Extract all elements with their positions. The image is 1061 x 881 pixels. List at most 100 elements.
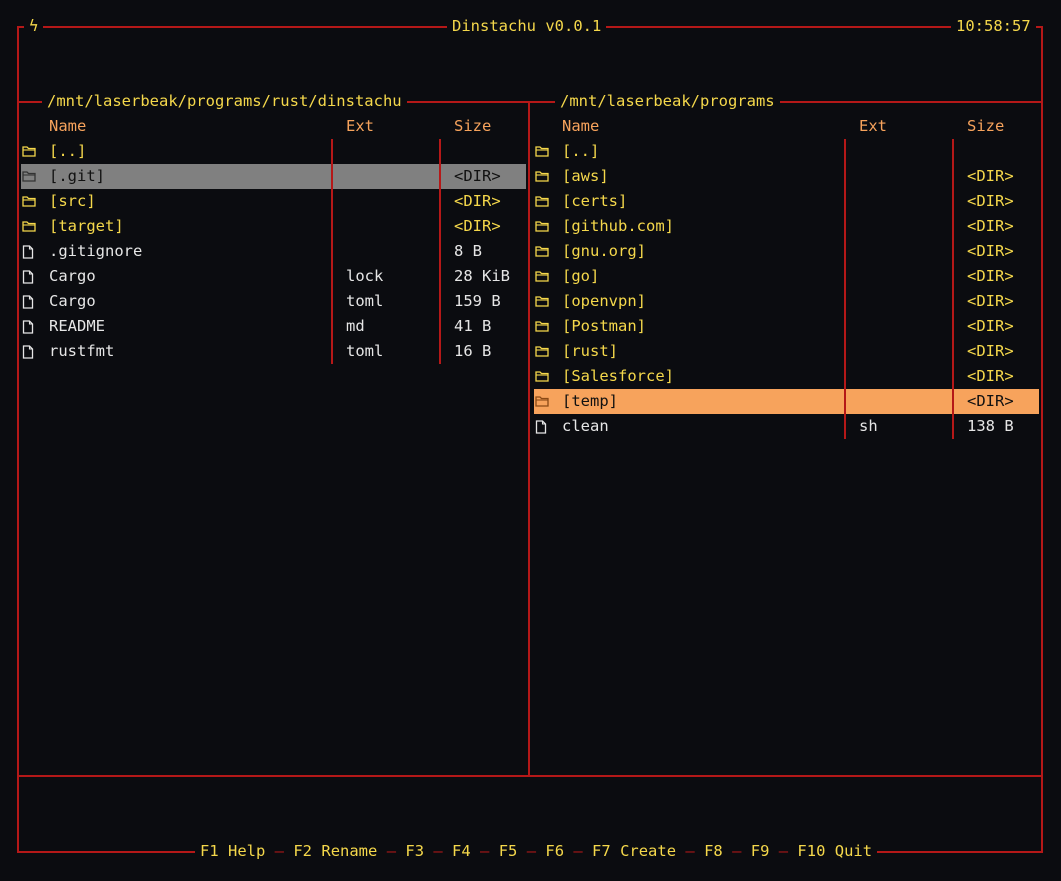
file-name: [Postman] [562, 317, 646, 335]
separator-dash: – [265, 842, 294, 860]
fkey-f10[interactable]: F10 Quit [797, 842, 872, 860]
fkey-key: F1 [200, 842, 219, 860]
folder-icon [535, 214, 549, 239]
file-name: [gnu.org] [562, 242, 646, 260]
right_panel-column-separator [952, 139, 954, 439]
file-name: [..] [562, 142, 600, 160]
file-size: <DIR> [967, 267, 1014, 285]
folder-icon [535, 364, 549, 389]
file-name: Cargo [49, 292, 96, 310]
fkey-key: F3 [405, 842, 425, 860]
file-size: <DIR> [967, 392, 1014, 410]
frame-left-border [17, 26, 19, 853]
file-size: 41 B [454, 317, 492, 335]
table-row[interactable] [534, 139, 1039, 164]
right-col-size-header[interactable]: Size [967, 114, 1004, 139]
file-name: .gitignore [49, 242, 143, 260]
separator-dash: – [470, 842, 499, 860]
panels-bottom-border [17, 775, 1043, 777]
fkey-label: Create [620, 842, 677, 860]
frame-right-border [1041, 26, 1043, 853]
file-name: README [49, 317, 105, 335]
function-key-hints: F1 Help – F2 Rename – F3 – F4 – F5 – F6 … [195, 839, 878, 864]
left-col-ext-header[interactable]: Ext [346, 114, 374, 139]
left-col-name-header[interactable]: Name [49, 114, 86, 139]
file-name: [openvpn] [562, 292, 646, 310]
fkey-f7[interactable]: F7 Create [592, 842, 676, 860]
table-row[interactable] [534, 414, 1039, 439]
file-size: <DIR> [967, 167, 1014, 185]
separator-dash: – [769, 842, 798, 860]
file-size: <DIR> [967, 242, 1014, 260]
file-name: [certs] [562, 192, 628, 210]
folder-icon [535, 339, 549, 364]
fkey-f1[interactable]: F1 Help [200, 842, 265, 860]
file-size: 28 KiB [454, 267, 510, 285]
folder-icon [535, 314, 549, 339]
file-size: <DIR> [967, 217, 1014, 235]
file-icon [22, 239, 36, 264]
fkey-label: Help [228, 842, 266, 860]
separator-dash: – [517, 842, 546, 860]
fkey-f8[interactable]: F8 [704, 842, 723, 860]
file-name: [Salesforce] [562, 367, 674, 385]
file-icon [535, 414, 549, 439]
separator-dash: – [564, 842, 593, 860]
fkey-key: F5 [498, 842, 518, 860]
clock: 10:58:57 [951, 14, 1036, 39]
separator-dash: – [424, 842, 453, 860]
folder-icon [535, 264, 549, 289]
file-size: 138 B [967, 417, 1014, 435]
folder-icon [22, 164, 36, 189]
file-name: clean [562, 417, 609, 435]
table-row[interactable] [21, 189, 526, 214]
file-ext: sh [859, 417, 878, 435]
fkey-f6[interactable]: F6 [545, 842, 564, 860]
file-size: <DIR> [967, 342, 1014, 360]
table-row[interactable] [534, 164, 1039, 189]
right-col-ext-header[interactable]: Ext [859, 114, 887, 139]
fkey-label: Quit [834, 842, 873, 860]
fkey-label: Rename [321, 842, 378, 860]
file-ext: toml [346, 292, 384, 310]
folder-icon [535, 139, 549, 164]
separator-dash: – [722, 842, 751, 860]
file-name: [..] [49, 142, 87, 160]
fkey-f5[interactable]: F5 [499, 842, 518, 860]
table-row[interactable] [21, 289, 526, 314]
table-row[interactable] [534, 264, 1039, 289]
left_panel-column-separator [331, 139, 333, 364]
fkey-key: F10 [797, 842, 826, 860]
file-name: [go] [562, 267, 600, 285]
folder-icon [535, 239, 549, 264]
fkey-f3[interactable]: F3 [405, 842, 424, 860]
left-col-size-header[interactable]: Size [454, 114, 491, 139]
file-ext: toml [346, 342, 384, 360]
file-name: [temp] [562, 392, 618, 410]
file-size: <DIR> [967, 192, 1014, 210]
panel-divider [528, 101, 530, 777]
file-name: [src] [49, 192, 96, 210]
table-row[interactable] [21, 139, 526, 164]
file-size: <DIR> [967, 317, 1014, 335]
folder-icon [535, 289, 549, 314]
file-size: 16 B [454, 342, 492, 360]
file-size: 159 B [454, 292, 501, 310]
file-size: <DIR> [454, 167, 501, 185]
folder-icon [535, 189, 549, 214]
file-size: <DIR> [454, 217, 501, 235]
right-col-name-header[interactable]: Name [562, 114, 599, 139]
fkey-f9[interactable]: F9 [751, 842, 770, 860]
fkey-key: F4 [452, 842, 471, 860]
fkey-key: F2 [293, 842, 313, 860]
fkey-f2[interactable]: F2 Rename [293, 842, 377, 860]
fkey-key: F7 [592, 842, 611, 860]
fkey-f4[interactable]: F4 [452, 842, 471, 860]
file-icon [22, 264, 36, 289]
file-size: 8 B [454, 242, 482, 260]
file-name: rustfmt [49, 342, 115, 360]
file-name: [rust] [562, 342, 618, 360]
left-panel-path: /mnt/laserbeak/programs/rust/dinstachu [42, 89, 407, 114]
file-icon [22, 339, 36, 364]
table-row[interactable] [21, 264, 526, 289]
